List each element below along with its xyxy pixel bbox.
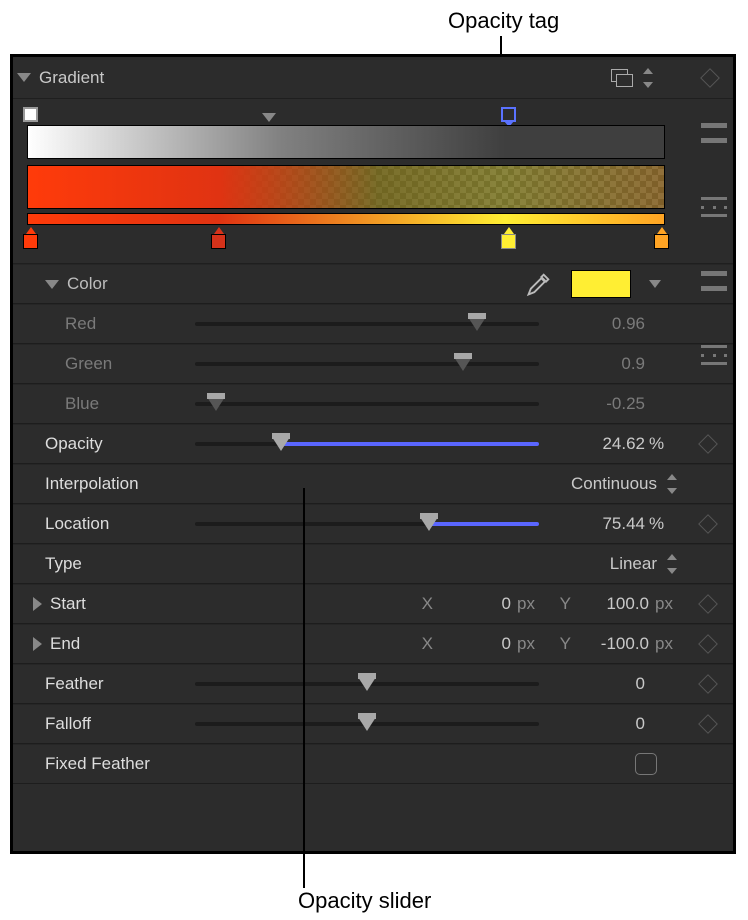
gradient-preset-icon[interactable] (611, 69, 633, 87)
opacity-gradient-bar[interactable] (27, 125, 665, 159)
value-start-x[interactable]: 0 (439, 594, 511, 614)
unit-px: px (655, 634, 681, 654)
slider-feather[interactable] (195, 674, 539, 694)
keyframe-icon[interactable] (698, 594, 718, 614)
color-section-header: Color (13, 264, 733, 304)
opacity-midpoint-tag[interactable] (262, 113, 276, 122)
select-stepper-icon (667, 474, 677, 494)
value-green[interactable]: 0.9 (539, 354, 649, 374)
value-location[interactable]: 75.44 (539, 514, 649, 534)
callout-opacity-slider: Opacity slider (298, 888, 431, 914)
distribute-color-stops-button[interactable] (701, 345, 727, 365)
unit-percent: % (649, 514, 681, 534)
axis-x-label: X (411, 594, 433, 614)
keyframe-icon[interactable] (698, 434, 718, 454)
unit-px: px (517, 594, 543, 614)
opacity-tag-track[interactable] (27, 107, 665, 125)
value-blue[interactable]: -0.25 (539, 394, 649, 414)
value-falloff[interactable]: 0 (539, 714, 649, 734)
color-stop-track[interactable] (27, 227, 665, 249)
axis-y-label: Y (549, 634, 571, 654)
reverse-opacity-tags-button[interactable] (701, 123, 727, 143)
gradient-editor (13, 99, 733, 264)
slider-location[interactable] (195, 514, 539, 534)
value-opacity[interactable]: 24.62 (539, 434, 649, 454)
row-end: End X 0 px Y -100.0 px (13, 624, 733, 664)
gradient-header: Gradient (13, 57, 733, 99)
row-opacity: Opacity 24.62 % (13, 424, 733, 464)
color-swatch[interactable] (571, 270, 631, 298)
color-gradient-preview (27, 213, 665, 225)
keyframe-icon[interactable] (700, 68, 720, 88)
color-section-title: Color (67, 274, 217, 294)
opacity-tag[interactable] (23, 107, 38, 122)
callout-leader (303, 488, 305, 888)
row-red: Red 0.96 (13, 304, 733, 344)
eyedropper-icon[interactable] (525, 270, 553, 298)
row-blue: Blue -0.25 (13, 384, 733, 424)
label-falloff: Falloff (45, 714, 195, 734)
value-start-y[interactable]: 100.0 (577, 594, 649, 614)
unit-percent: % (649, 434, 681, 454)
label-red: Red (65, 314, 195, 334)
color-stop-selected[interactable] (501, 234, 516, 249)
gradient-title: Gradient (39, 68, 611, 88)
row-fixed-feather: Fixed Feather (13, 744, 733, 784)
color-stop[interactable] (211, 234, 226, 249)
distribute-opacity-tags-button[interactable] (701, 197, 727, 217)
row-type: Type Linear (13, 544, 733, 584)
slider-red[interactable] (195, 314, 539, 334)
keyframe-icon[interactable] (698, 634, 718, 654)
unit-px: px (655, 594, 681, 614)
label-feather: Feather (45, 674, 195, 694)
select-stepper-icon (667, 554, 677, 574)
unit-px: px (517, 634, 543, 654)
color-stop[interactable] (23, 234, 38, 249)
color-stop[interactable] (654, 234, 669, 249)
disclosure-end[interactable] (33, 637, 42, 651)
label-green: Green (65, 354, 195, 374)
axis-y-label: Y (549, 594, 571, 614)
label-blue: Blue (65, 394, 195, 414)
label-opacity: Opacity (45, 434, 195, 454)
label-fixed-feather: Fixed Feather (45, 754, 195, 774)
slider-falloff[interactable] (195, 714, 539, 734)
color-gradient-bar[interactable] (27, 165, 665, 209)
slider-green[interactable] (195, 354, 539, 374)
checkbox-fixed-feather[interactable] (635, 753, 657, 775)
inspector-panel: Gradient Color (10, 54, 736, 854)
opacity-tag-selected[interactable] (501, 107, 516, 122)
row-location: Location 75.44 % (13, 504, 733, 544)
keyframe-icon[interactable] (698, 674, 718, 694)
select-interpolation[interactable]: Continuous (195, 474, 681, 494)
disclosure-start[interactable] (33, 597, 42, 611)
keyframe-icon[interactable] (698, 714, 718, 734)
axis-x-label: X (411, 634, 433, 654)
row-falloff: Falloff 0 (13, 704, 733, 744)
row-feather: Feather 0 (13, 664, 733, 704)
label-type: Type (45, 554, 195, 574)
slider-opacity[interactable] (195, 434, 539, 454)
value-end-y[interactable]: -100.0 (577, 634, 649, 654)
gradient-preset-stepper[interactable] (643, 68, 653, 88)
row-interpolation: Interpolation Continuous (13, 464, 733, 504)
value-end-x[interactable]: 0 (439, 634, 511, 654)
row-green: Green 0.9 (13, 344, 733, 384)
label-location: Location (45, 514, 195, 534)
disclosure-gradient[interactable] (17, 73, 31, 82)
select-type[interactable]: Linear (195, 554, 681, 574)
keyframe-icon[interactable] (698, 514, 718, 534)
label-start: Start (50, 594, 170, 614)
slider-blue[interactable] (195, 394, 539, 414)
label-end: End (50, 634, 170, 654)
disclosure-color[interactable] (45, 280, 59, 289)
callout-opacity-tag: Opacity tag (448, 8, 559, 34)
value-red[interactable]: 0.96 (539, 314, 649, 334)
row-start: Start X 0 px Y 100.0 px (13, 584, 733, 624)
label-interpolation: Interpolation (45, 474, 195, 494)
value-feather[interactable]: 0 (539, 674, 649, 694)
reverse-color-stops-button[interactable] (701, 271, 727, 291)
color-popup-chevron-icon[interactable] (649, 280, 661, 288)
